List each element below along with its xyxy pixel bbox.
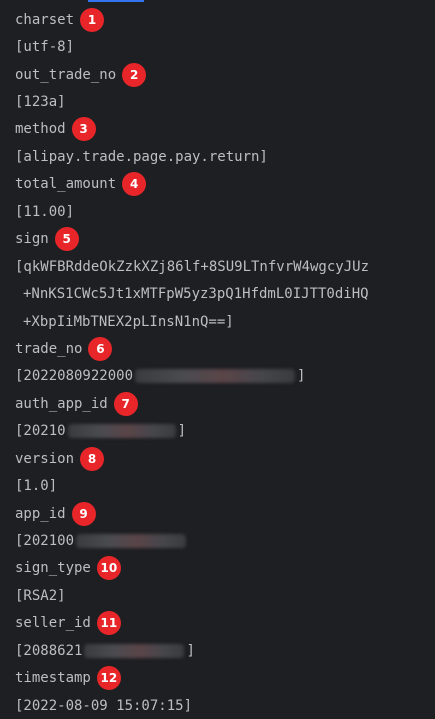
- key-text: method: [15, 121, 66, 138]
- param-value-timestamp: [2022-08-09 15:07:15]: [15, 692, 435, 719]
- param-key-app-id: app_id 9: [15, 500, 435, 527]
- key-text: sign_type: [15, 560, 91, 577]
- param-value-seller-id: [2088621]: [15, 637, 435, 664]
- key-text: version: [15, 450, 75, 467]
- value-text: [123a]: [15, 94, 66, 111]
- redaction-blur: [135, 369, 296, 384]
- param-key-charset: charset 1: [15, 6, 435, 33]
- value-suffix: ]: [297, 368, 306, 385]
- param-key-version: version 8: [15, 445, 435, 472]
- number-badge: 6: [88, 336, 113, 361]
- param-key-seller-id: seller_id 11: [15, 610, 435, 637]
- param-value-sign-line-1: [qkWFBRddeOkZzkXZj86lf+8SU9LTnfvrW4wgcyJ…: [15, 253, 435, 280]
- value-text: [RSA2]: [15, 587, 66, 604]
- param-value-trade-no: [2022080922000]: [15, 363, 435, 390]
- param-key-method: method 3: [15, 116, 435, 143]
- redaction-blur: [67, 424, 176, 439]
- param-value-out-trade-no: [123a]: [15, 88, 435, 115]
- value-text: [qkWFBRddeOkZzkXZj86lf+8SU9LTnfvrW4wgcyJ…: [15, 258, 370, 275]
- number-badge: 3: [71, 117, 96, 142]
- number-badge: 8: [80, 446, 105, 471]
- value-text: [utf-8]: [15, 39, 75, 56]
- param-value-version: [1.0]: [15, 472, 435, 499]
- console-output[interactable]: charset 1 [utf-8] out_trade_no 2 [123a] …: [15, 6, 435, 719]
- number-badge: 9: [71, 501, 96, 526]
- value-suffix: ]: [177, 423, 187, 440]
- active-tab-indicator: [88, 0, 144, 2]
- param-value-sign-type: [RSA2]: [15, 582, 435, 609]
- number-badge: 11: [96, 611, 121, 636]
- param-value-method: [alipay.trade.page.pay.return]: [15, 143, 435, 170]
- number-badge: 2: [122, 62, 147, 87]
- key-text: app_id: [15, 505, 66, 522]
- param-value-app-id: [202100: [15, 527, 435, 554]
- redaction-blur: [84, 643, 185, 658]
- number-badge: 1: [80, 7, 105, 32]
- key-text: timestamp: [15, 670, 91, 687]
- value-text: [11.00]: [15, 203, 75, 220]
- value-prefix: [2088621: [15, 642, 83, 659]
- param-value-sign-line-3: +XbpIiMbTNEX2pLInsN1nQ==]: [15, 308, 435, 335]
- param-key-timestamp: timestamp 12: [15, 665, 435, 692]
- key-text: auth_app_id: [15, 395, 108, 412]
- value-text: +XbpIiMbTNEX2pLInsN1nQ==]: [23, 313, 234, 330]
- key-text: seller_id: [15, 615, 91, 632]
- key-text: trade_no: [15, 340, 83, 357]
- number-badge: 10: [96, 556, 121, 581]
- number-badge: 5: [54, 227, 79, 252]
- number-badge: 12: [96, 666, 121, 691]
- param-key-total-amount: total_amount 4: [15, 171, 435, 198]
- param-value-charset: [utf-8]: [15, 33, 435, 60]
- number-badge: 7: [113, 391, 138, 416]
- redaction-blur: [76, 534, 187, 549]
- value-text: [1.0]: [15, 478, 58, 495]
- param-value-sign-line-2: +NnKS1CWc5Jt1xMTFpW5yz3pQ1HfdmL0IJTT0diH…: [15, 280, 435, 307]
- param-value-total-amount: [11.00]: [15, 198, 435, 225]
- key-text: sign: [15, 231, 49, 248]
- param-key-sign: sign 5: [15, 226, 435, 253]
- value-prefix: [2022080922000: [15, 368, 134, 385]
- key-text: total_amount: [15, 176, 117, 193]
- value-prefix: [202100: [15, 533, 75, 550]
- number-badge: 4: [122, 172, 147, 197]
- value-text: [2022-08-09 15:07:15]: [15, 697, 193, 714]
- key-text: out_trade_no: [15, 66, 117, 83]
- value-text: +NnKS1CWc5Jt1xMTFpW5yz3pQ1HfdmL0IJTT0diH…: [23, 286, 369, 303]
- param-value-auth-app-id: [20210]: [15, 418, 435, 445]
- value-text: [alipay.trade.page.pay.return]: [15, 148, 268, 165]
- value-suffix: ]: [186, 642, 195, 659]
- param-key-auth-app-id: auth_app_id 7: [15, 390, 435, 417]
- key-text: charset: [15, 11, 75, 28]
- param-key-trade-no: trade_no 6: [15, 335, 435, 362]
- param-key-out-trade-no: out_trade_no 2: [15, 61, 435, 88]
- param-key-sign-type: sign_type 10: [15, 555, 435, 582]
- value-prefix: [20210: [15, 423, 66, 440]
